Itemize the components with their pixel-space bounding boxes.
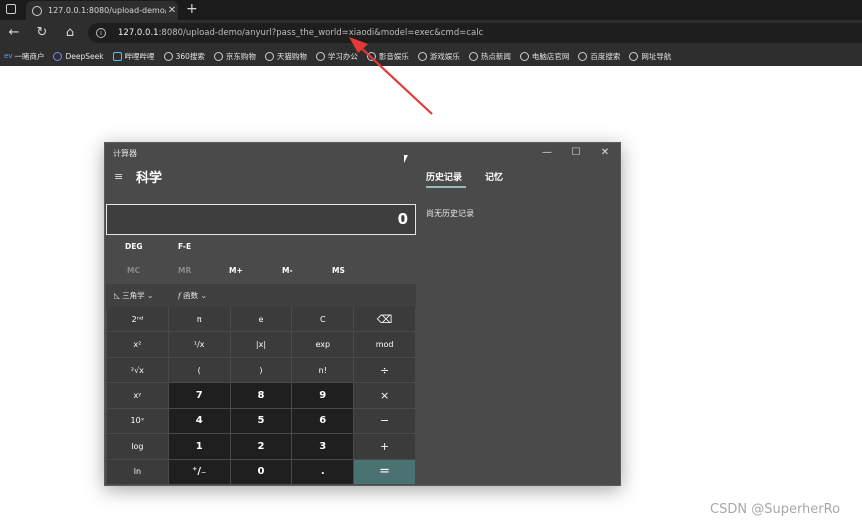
annotation-arrow-icon	[349, 37, 433, 115]
watermark: CSDN @SuperherRo	[710, 502, 841, 517]
